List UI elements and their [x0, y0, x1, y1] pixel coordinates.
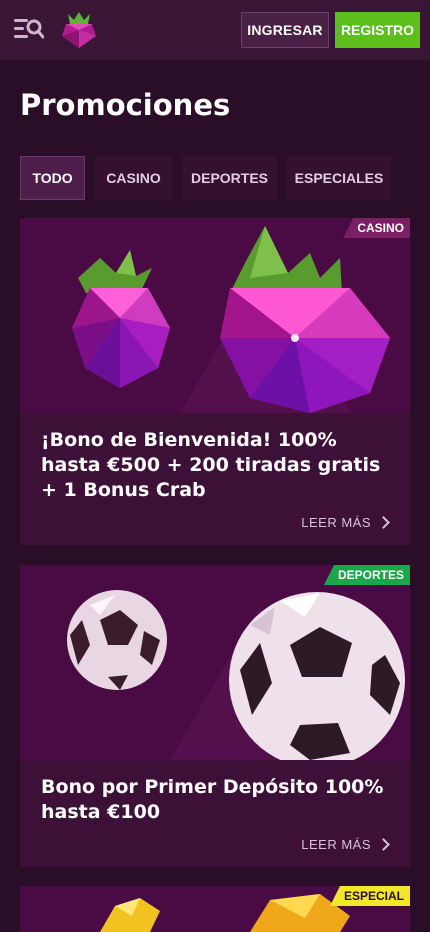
page-title: Promociones — [20, 88, 231, 122]
category-badge: ESPECIAL — [329, 886, 410, 906]
top-header: INGRESAR REGISTRO — [0, 0, 430, 60]
gold-gems-image: ESPECIAL — [20, 886, 410, 932]
tab-casino[interactable]: CASINO — [95, 156, 172, 200]
read-more-label: LEER MÁS — [301, 515, 371, 530]
raspberry-gems-image: CASINO — [20, 218, 410, 413]
promo-card-welcome-bonus[interactable]: CASINO ¡Bono de Bienvenida! 100% hasta €… — [20, 218, 410, 545]
login-button[interactable]: INGRESAR — [241, 12, 329, 48]
read-more-link[interactable]: LEER MÁS — [301, 515, 390, 530]
menu-search-icon[interactable] — [14, 16, 45, 42]
chevron-right-icon — [377, 838, 390, 851]
promo-card-first-deposit[interactable]: DEPORTES Bono por Primer Depósito 100% h… — [20, 565, 410, 867]
tab-deportes[interactable]: DEPORTES — [182, 156, 277, 200]
promo-title: ¡Bono de Bienvenida! 100% hasta €500 + 2… — [41, 429, 381, 501]
register-button[interactable]: REGISTRO — [335, 12, 420, 48]
tab-especiales[interactable]: ESPECIALES — [287, 156, 391, 200]
chevron-right-icon — [377, 516, 390, 529]
soccer-balls-image: DEPORTES — [20, 565, 410, 760]
promo-filter-tabs: TODO CASINO DEPORTES ESPECIALES — [20, 156, 391, 200]
raspberry-logo[interactable] — [60, 10, 98, 50]
read-more-link[interactable]: LEER MÁS — [301, 837, 390, 852]
promo-card-special[interactable]: ESPECIAL — [20, 886, 410, 932]
promo-title: Bono por Primer Depósito 100% hasta €100 — [41, 776, 384, 823]
read-more-label: LEER MÁS — [301, 837, 371, 852]
category-badge: CASINO — [343, 218, 410, 238]
tab-todo[interactable]: TODO — [20, 156, 85, 200]
category-badge: DEPORTES — [323, 565, 410, 585]
